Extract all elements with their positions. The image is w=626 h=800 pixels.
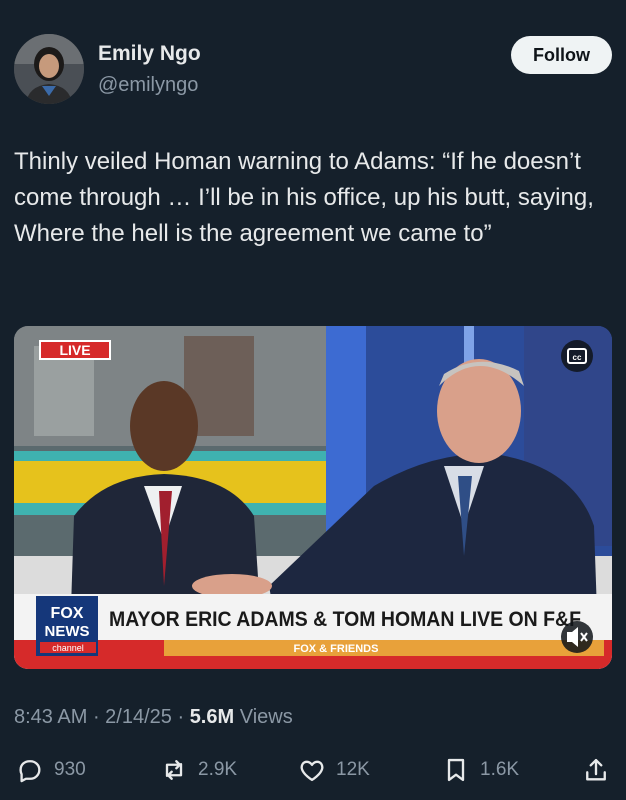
person-left-head <box>130 381 198 471</box>
video-player[interactable]: FOX NEWS channel MAYOR ERIC ADAMS & TOM … <box>14 326 612 669</box>
logo-line1: FOX <box>51 605 84 622</box>
repost-count: 2.9K <box>198 759 238 780</box>
action-bar: 930 2.9K 12K 1.6K <box>14 750 612 790</box>
reply-icon <box>19 760 41 783</box>
reply-button[interactable]: 930 <box>16 750 86 790</box>
author-handle[interactable]: @emilyngo <box>98 74 198 97</box>
heart-icon <box>300 760 324 782</box>
video-frame: FOX NEWS channel MAYOR ERIC ADAMS & TOM … <box>14 326 612 669</box>
chyron-text: MAYOR ERIC ADAMS & TOM HOMAN LIVE ON F&F <box>109 608 581 631</box>
tweet-header: Emily Ngo @emilyngo Follow <box>14 32 612 106</box>
tweet-date[interactable]: 2/14/25 <box>105 706 172 728</box>
logo-line2: NEWS <box>45 623 90 640</box>
repost-icon <box>165 760 183 780</box>
bookmark-count: 1.6K <box>480 759 520 780</box>
like-button[interactable]: 12K <box>298 750 370 790</box>
meta-separator: · <box>92 706 106 728</box>
follow-button[interactable]: Follow <box>511 36 612 74</box>
avatar[interactable] <box>14 34 84 104</box>
bookmark-icon <box>447 758 465 782</box>
repost-button[interactable]: 2.9K <box>160 750 237 790</box>
logo-line3: channel <box>52 643 84 653</box>
share-icon <box>586 758 606 781</box>
avatar-image <box>14 34 84 104</box>
live-badge-text: LIVE <box>59 342 90 358</box>
views-label: Views <box>239 706 293 728</box>
tweet-meta: 8:43 AM · 2/14/25 · 5.6M Views <box>14 706 293 729</box>
svg-text:cc: cc <box>573 353 582 362</box>
tweet-time[interactable]: 8:43 AM <box>14 706 87 728</box>
meta-separator: · <box>177 706 190 728</box>
show-name: FOX & FRIENDS <box>294 643 379 655</box>
views-count: 5.6M <box>189 706 235 728</box>
tweet-text: Thinly veiled Homan warning to Adams: “I… <box>14 148 594 247</box>
like-count: 12K <box>336 759 370 780</box>
share-button[interactable] <box>582 750 610 790</box>
bookmark-button[interactable]: 1.6K <box>442 750 519 790</box>
author-name[interactable]: Emily Ngo <box>98 42 201 66</box>
reply-count: 930 <box>54 759 86 780</box>
